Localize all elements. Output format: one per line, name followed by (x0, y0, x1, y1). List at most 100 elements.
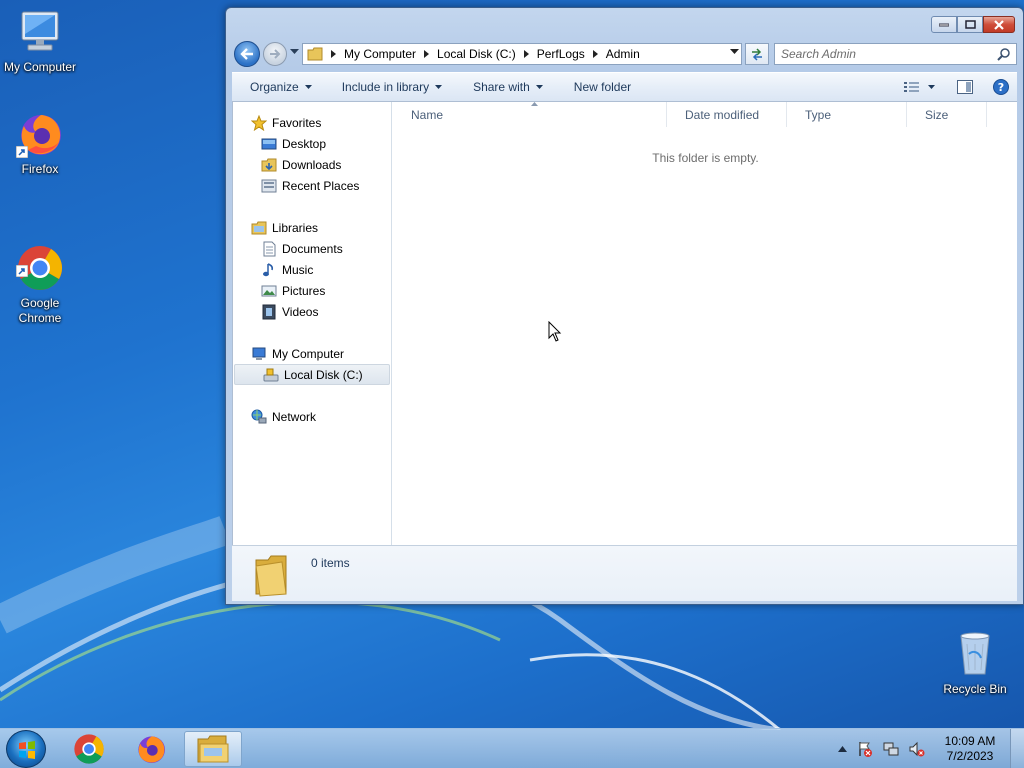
taskbar-firefox[interactable] (122, 731, 180, 767)
organize-button[interactable]: Organize (232, 74, 325, 100)
organize-label: Organize (250, 80, 299, 94)
nav-documents[interactable]: Documents (233, 238, 391, 259)
libraries-icon (251, 221, 267, 234)
new-folder-label: New folder (573, 80, 632, 94)
nav-downloads[interactable]: Downloads (233, 154, 391, 175)
network-icon (251, 409, 267, 423)
taskbar-chrome[interactable] (60, 731, 118, 767)
search-input[interactable] (781, 47, 991, 61)
navigation-bar: My Computer Local Disk (C:) PerfLogs Adm… (234, 41, 1017, 67)
share-with-label: Share with (473, 80, 530, 94)
recent-places-icon (261, 179, 277, 192)
documents-icon (263, 241, 276, 256)
nav-music-label: Music (282, 262, 314, 277)
nav-network[interactable]: Network (233, 406, 391, 427)
mouse-cursor-icon (548, 321, 562, 342)
help-button[interactable]: ? (993, 79, 1009, 95)
nav-libraries-label: Libraries (272, 220, 319, 235)
forward-button[interactable] (263, 42, 287, 66)
close-button[interactable] (983, 16, 1015, 33)
item-count: 0 items (311, 556, 350, 570)
show-desktop-button[interactable] (1010, 729, 1024, 768)
nav-recent-places[interactable]: Recent Places (233, 175, 391, 196)
back-button[interactable] (234, 41, 260, 67)
nav-local-disk-label: Local Disk (C:) (284, 367, 363, 382)
folder-icon (255, 555, 287, 597)
file-list-pane[interactable]: Name Date modified Type Size This folder… (393, 102, 1017, 545)
shortcut-arrow-icon (16, 146, 28, 158)
chevron-down-icon (928, 85, 935, 89)
hard-drive-icon (263, 368, 279, 381)
nav-videos-label: Videos (282, 304, 319, 319)
new-folder-button[interactable]: New folder (556, 74, 644, 100)
recent-pages-dropdown-icon[interactable] (290, 49, 299, 55)
shortcut-arrow-icon (16, 265, 28, 277)
nav-favorites-label: Favorites (272, 115, 322, 130)
pictures-icon (261, 285, 277, 296)
nav-music[interactable]: Music (233, 259, 391, 280)
desktop-icon-recycle-bin[interactable]: Recycle Bin (935, 630, 1015, 697)
include-in-library-button[interactable]: Include in library (325, 74, 455, 100)
volume-muted-icon (909, 741, 925, 757)
nav-pictures[interactable]: Pictures (233, 280, 391, 301)
command-bar: Organize Include in library Share with N… (232, 72, 1017, 102)
chevron-right-icon (424, 50, 430, 58)
address-bar[interactable]: My Computer Local Disk (C:) PerfLogs Adm… (302, 43, 742, 65)
chevron-up-icon (838, 746, 847, 752)
chevron-right-icon (331, 50, 336, 58)
caption-buttons (931, 16, 1015, 33)
nav-videos[interactable]: Videos (233, 301, 391, 322)
breadcrumb-local-disk[interactable]: Local Disk (C:) (437, 47, 516, 61)
column-size[interactable]: Size (907, 102, 987, 127)
address-dropdown-icon[interactable] (730, 49, 739, 55)
desktop-icon-label: Recycle Bin (943, 682, 1007, 696)
nav-my-computer[interactable]: My Computer (233, 343, 391, 364)
chevron-down-icon (304, 85, 312, 89)
content-area: Favorites Desktop Downloads Recent Place… (232, 102, 1017, 545)
column-date-modified[interactable]: Date modified (667, 102, 787, 127)
nav-libraries[interactable]: Libraries (233, 217, 391, 238)
clock-time: 10:09 AM (944, 734, 996, 748)
desktop-icon-label: Google Chrome (18, 296, 62, 325)
column-name[interactable]: Name (393, 102, 667, 127)
chevron-down-icon (535, 85, 543, 89)
column-headers: Name Date modified Type Size (393, 102, 1017, 127)
nav-desktop[interactable]: Desktop (233, 133, 391, 154)
firefox-icon (138, 736, 165, 763)
clock[interactable]: 10:09 AM 7/2/2023 (930, 734, 1010, 764)
column-type[interactable]: Type (787, 102, 907, 127)
clock-date: 7/2/2023 (946, 749, 994, 763)
nav-my-computer-label: My Computer (272, 346, 345, 361)
restore-button[interactable] (957, 16, 983, 33)
desktop-icon-my-computer[interactable]: My Computer (0, 8, 80, 75)
minimize-button[interactable] (931, 16, 957, 33)
search-box[interactable] (774, 43, 1017, 65)
firefox-icon (16, 110, 64, 158)
breadcrumb-admin[interactable]: Admin (606, 47, 640, 61)
music-icon (263, 262, 273, 276)
star-icon (251, 114, 267, 131)
breadcrumb-perflogs[interactable]: PerfLogs (537, 47, 585, 61)
action-center-button[interactable] (857, 741, 873, 757)
nav-favorites[interactable]: Favorites (233, 112, 391, 133)
share-with-button[interactable]: Share with (455, 74, 556, 100)
network-status-button[interactable] (883, 741, 899, 757)
change-view-button[interactable] (904, 81, 935, 93)
view-controls: ? (898, 73, 1017, 101)
start-button[interactable] (6, 730, 46, 768)
search-icon[interactable] (997, 47, 1011, 61)
desktop-icon-google-chrome[interactable]: Google Chrome (0, 214, 80, 341)
arrow-left-icon (240, 48, 253, 60)
refresh-button[interactable] (745, 43, 769, 65)
preview-pane-button[interactable] (957, 80, 973, 94)
refresh-icon (752, 48, 762, 61)
breadcrumb-my-computer[interactable]: My Computer (344, 47, 416, 61)
taskbar-explorer[interactable] (184, 731, 242, 767)
chevron-right-icon (592, 50, 598, 58)
desktop-icon-firefox[interactable]: Firefox (0, 110, 80, 177)
explorer-window[interactable]: My Computer Local Disk (C:) PerfLogs Adm… (225, 7, 1024, 605)
system-tray: 10:09 AM 7/2/2023 (833, 729, 1024, 768)
show-hidden-icons-button[interactable] (838, 746, 847, 752)
volume-button[interactable] (909, 741, 925, 757)
nav-local-disk[interactable]: Local Disk (C:) (234, 364, 390, 385)
